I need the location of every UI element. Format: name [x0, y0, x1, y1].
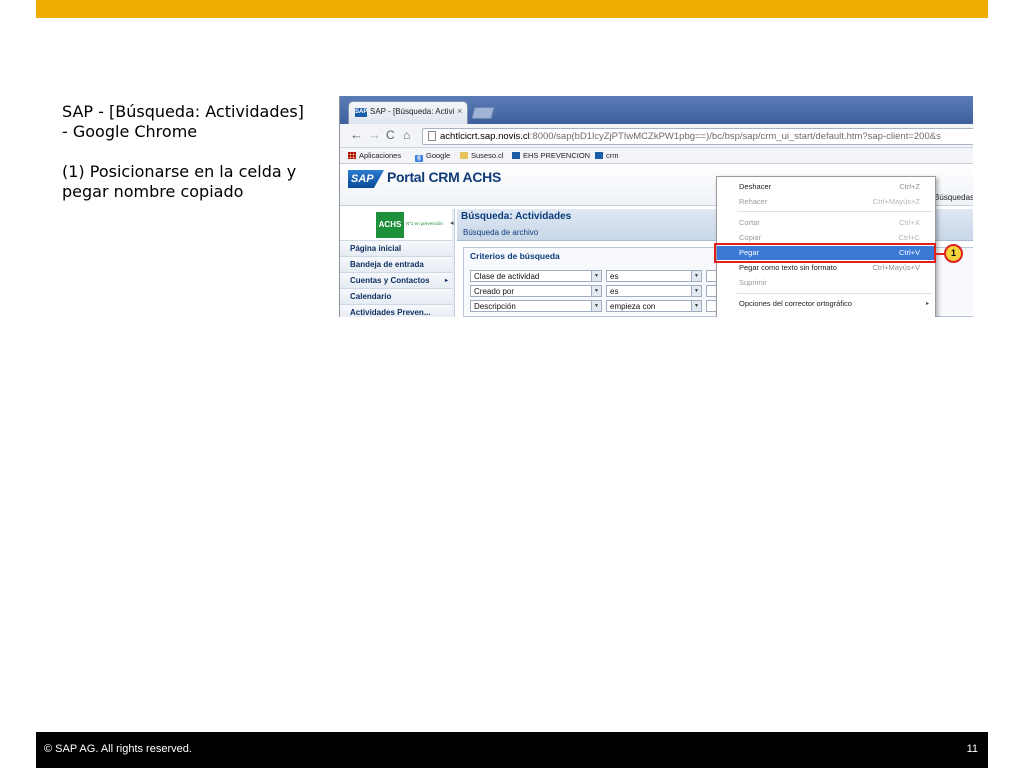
achs-tagline: Nº1 en prevención — [406, 221, 443, 226]
page-number: 11 — [966, 743, 978, 755]
page-icon — [428, 131, 436, 141]
achs-logo-area: ACHS Nº1 en prevención ◂ — [340, 209, 454, 241]
page-subtitle: Búsqueda de archivo — [463, 228, 539, 237]
menu-separator — [737, 211, 933, 212]
chevron-right-icon: ▸ — [925, 301, 929, 307]
url-host: achtlcicrt.sap.novis.cl — [440, 131, 530, 142]
step-callout-badge: 1 — [944, 244, 963, 263]
slide-title: SAP - [Búsqueda: Actividades] - Google C… — [62, 102, 304, 141]
browser-tab-strip: SAP SAP - [Búsqueda: Activida × — [340, 96, 973, 124]
criteria-field-select[interactable]: Descripción ▼ — [470, 300, 602, 312]
footer-copyright: © SAP AG. All rights reserved. — [44, 743, 192, 755]
dropdown-arrow-icon[interactable]: ▼ — [691, 286, 701, 296]
menu-item-suprimir[interactable]: Suprimir — [717, 276, 935, 290]
bookmarks-bar: Aplicaciones g Google Suseso.cl EHS PREVE… — [340, 148, 973, 164]
dropdown-arrow-icon[interactable]: ▼ — [591, 286, 601, 296]
bookmark-aplicaciones[interactable]: Aplicaciones — [348, 151, 401, 160]
page-title: Búsqueda: Actividades — [461, 211, 572, 222]
bookmark-ehs-prevencion[interactable]: EHS PREVENCION — [512, 151, 590, 160]
close-tab-icon[interactable]: × — [457, 106, 462, 116]
sidebar-item-calendario[interactable]: Calendario — [340, 289, 452, 305]
menu-item-corrector-ortografico[interactable]: Opciones del corrector ortográfico ▸ — [717, 297, 935, 311]
sidebar-item-cuentas-y-contactos[interactable]: Cuentas y Contactos ▸ — [340, 273, 452, 289]
sap-logo: SAP — [348, 170, 384, 188]
instructions-panel: SAP - [Búsqueda: Actividades] - Google C… — [62, 102, 312, 202]
callout-connector — [936, 253, 944, 255]
top-accent-bar — [36, 0, 988, 18]
criteria-operator-select[interactable]: empieza con ▼ — [606, 300, 702, 312]
achs-logo: ACHS — [376, 212, 404, 238]
back-arrow-icon[interactable]: ← — [350, 128, 363, 142]
sap-icon — [595, 152, 603, 159]
tab-title: SAP - [Búsqueda: Activida — [370, 107, 454, 116]
folder-icon — [460, 152, 468, 159]
menu-separator — [737, 293, 933, 294]
forward-arrow-icon[interactable]: → — [368, 128, 381, 142]
url-path: :8000/sap(bD1lcyZjPTIwMCZkPW1pbg==)/bc/b… — [529, 131, 941, 142]
searches-link[interactable]: Búsquedas — [934, 193, 973, 202]
menu-item-pegar-sin-formato[interactable]: Pegar como texto sin formato Ctrl+Mayús+V — [717, 261, 935, 275]
bookmark-suseso[interactable]: Suseso.cl — [460, 151, 504, 160]
bookmark-crm[interactable]: crm — [595, 151, 619, 160]
navigation-sidebar: ACHS Nº1 en prevención ◂ Página inicial … — [340, 209, 455, 317]
sidebar-item-pagina-inicial[interactable]: Página inicial — [340, 241, 452, 257]
collapse-sidebar-icon[interactable]: ◂ — [450, 219, 454, 227]
criteria-operator-select[interactable]: es ▼ — [606, 285, 702, 297]
dropdown-arrow-icon[interactable]: ▼ — [591, 271, 601, 281]
address-input[interactable]: achtlcicrt.sap.novis.cl:8000/sap(bD1lcyZ… — [422, 128, 973, 145]
chevron-right-icon: ▸ — [444, 278, 448, 284]
criteria-field-select[interactable]: Clase de actividad ▼ — [470, 270, 602, 282]
highlight-box — [714, 243, 936, 263]
bookmark-google[interactable]: g Google — [415, 151, 450, 162]
reload-icon[interactable]: C — [386, 128, 395, 142]
criteria-title: Criterios de búsqueda — [470, 251, 560, 261]
sidebar-item-bandeja-de-entrada[interactable]: Bandeja de entrada — [340, 257, 452, 273]
google-icon: g — [415, 155, 423, 162]
menu-item-cortar[interactable]: Cortar Ctrl+X — [717, 216, 935, 230]
new-tab-button[interactable] — [471, 107, 495, 119]
criteria-field-select[interactable]: Creado por ▼ — [470, 285, 602, 297]
sidebar-item-actividades[interactable]: Actividades Preven... — [340, 305, 452, 317]
dropdown-arrow-icon[interactable]: ▼ — [691, 301, 701, 311]
slide-footer: © SAP AG. All rights reserved. 11 — [36, 732, 988, 768]
browser-screenshot: SAP SAP - [Búsqueda: Activida × ← → C ⌂ … — [339, 96, 973, 317]
sap-icon — [512, 152, 520, 159]
criteria-operator-select[interactable]: es ▼ — [606, 270, 702, 282]
apps-grid-icon — [348, 152, 356, 159]
browser-tab[interactable]: SAP SAP - [Búsqueda: Activida × — [348, 101, 468, 124]
dropdown-arrow-icon[interactable]: ▼ — [591, 301, 601, 311]
portal-title: Portal CRM ACHS — [387, 169, 501, 185]
menu-item-deshacer[interactable]: Deshacer Ctrl+Z — [717, 180, 935, 194]
sap-favicon-icon: SAP — [355, 108, 368, 117]
menu-item-rehacer[interactable]: Rehacer Ctrl+Mayús+Z — [717, 195, 935, 209]
address-bar-row: ← → C ⌂ achtlcicrt.sap.novis.cl:8000/sap… — [340, 124, 973, 148]
home-icon[interactable]: ⌂ — [403, 128, 410, 142]
dropdown-arrow-icon[interactable]: ▼ — [691, 271, 701, 281]
step-instruction: (1) Posicionarse en la celda y pegar nom… — [62, 162, 297, 201]
